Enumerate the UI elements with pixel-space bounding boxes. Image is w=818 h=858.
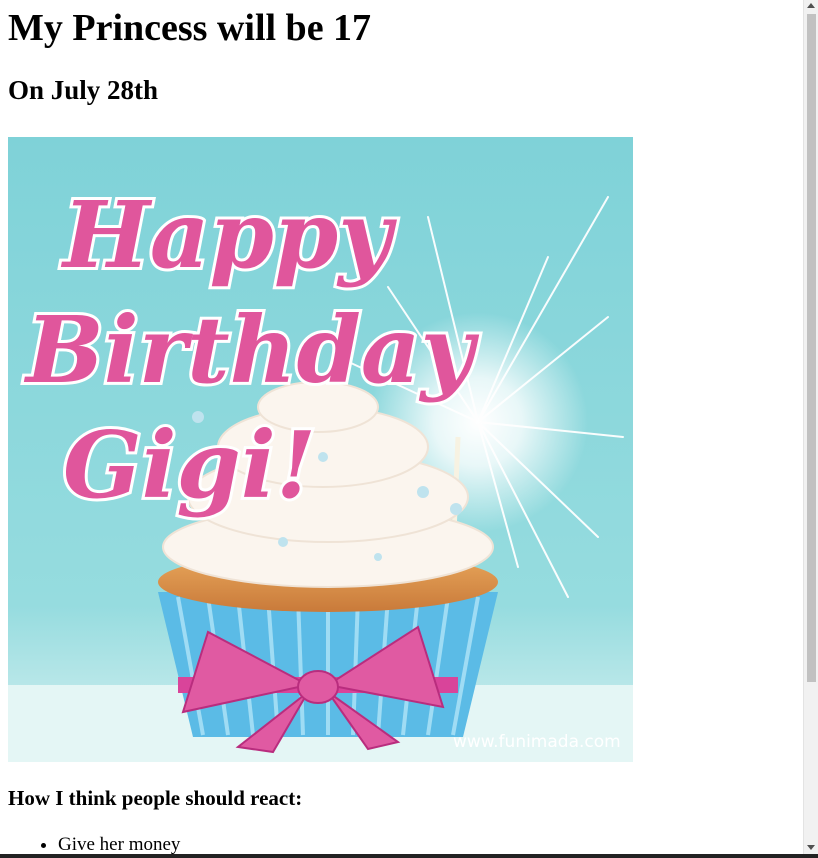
birthday-card-image: Happy Birthday Gigi! www.funimada.com [8, 137, 633, 762]
page-subtitle: On July 28th [8, 75, 159, 105]
greeting-line-1: Happy [60, 181, 397, 289]
page-title: My Princess will be 17 [8, 7, 372, 49]
bottom-edge [0, 854, 818, 858]
birthday-card-illustration: Happy Birthday Gigi! www.funimada.com [8, 137, 633, 762]
scroll-up-arrow-icon[interactable] [807, 3, 815, 8]
vertical-scrollbar[interactable] [803, 0, 818, 858]
greeting-line-2: Birthday [23, 296, 480, 404]
page-content: My Princess will be 17 On July 28th [8, 0, 804, 106]
reactions-heading: How I think people should react: [8, 786, 303, 810]
watermark-text: www.funimada.com [453, 732, 621, 752]
scroll-down-arrow-icon[interactable] [807, 845, 815, 850]
greeting-line-3: Gigi! [63, 411, 316, 519]
scroll-thumb[interactable] [807, 14, 816, 682]
